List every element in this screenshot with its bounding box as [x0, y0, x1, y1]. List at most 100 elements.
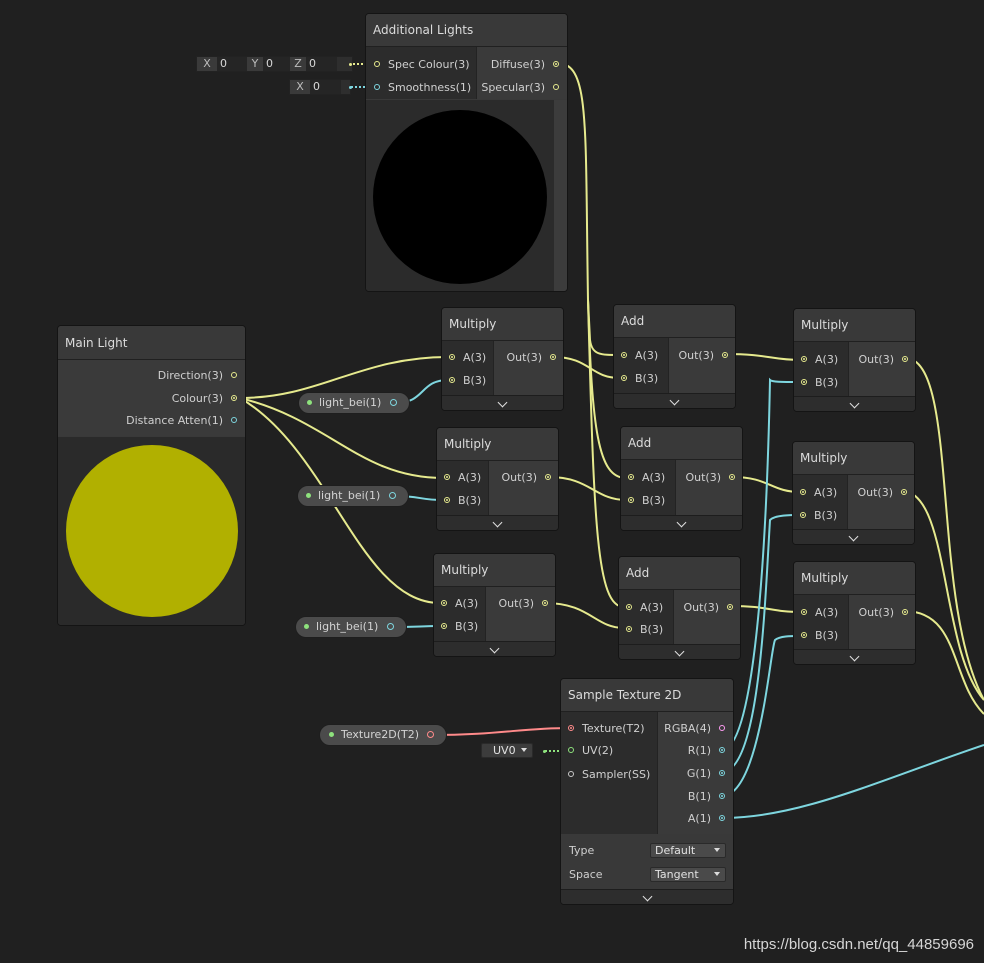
node-title: Add — [621, 427, 742, 460]
diffuse-port[interactable]: Diffuse(3) — [491, 57, 559, 73]
input-b-port[interactable]: B(3) — [621, 371, 658, 387]
r-port[interactable]: R(1) — [688, 743, 725, 759]
multiply-node-3[interactable]: Multiply A(3) B(3) Out(3) — [433, 553, 556, 657]
input-a-port[interactable]: A(3) — [801, 605, 838, 621]
output-port[interactable]: Out(3) — [498, 596, 548, 612]
output-port[interactable]: Out(3) — [506, 350, 556, 366]
g-port[interactable]: G(1) — [687, 766, 725, 782]
dropdown-value: Tangent — [655, 868, 699, 881]
port-dot-icon — [722, 352, 728, 358]
property-port-icon — [387, 623, 394, 630]
field-x-value[interactable]: 0 — [217, 57, 247, 71]
add-node-1[interactable]: Add A(3) B(3) Out(3) — [613, 304, 736, 409]
output-port[interactable]: Out(3) — [678, 348, 728, 364]
smoothness-port[interactable]: Smoothness(1) — [374, 80, 471, 96]
input-a-port[interactable]: A(3) — [621, 348, 658, 364]
port-dot-icon — [628, 474, 634, 480]
multiply-node-4[interactable]: Multiply A(3) B(3) Out(3) — [793, 308, 916, 412]
multiply-node-5[interactable]: Multiply A(3) B(3) Out(3) — [792, 441, 915, 545]
input-a-port[interactable]: A(3) — [441, 596, 478, 612]
colour-port[interactable]: Colour(3) — [172, 391, 237, 407]
port-dot-icon — [800, 512, 806, 518]
multiply-node-2[interactable]: Multiply A(3) B(3) Out(3) — [436, 427, 559, 531]
expand-button[interactable] — [437, 515, 558, 530]
chevron-down-icon — [676, 517, 687, 528]
light-bei-property-2[interactable]: light_bei(1) — [297, 485, 409, 507]
preview-area — [58, 437, 245, 625]
multiply-node-6[interactable]: Multiply A(3) B(3) Out(3) — [793, 561, 916, 665]
port-dot-icon — [902, 356, 908, 362]
input-a-port[interactable]: A(3) — [444, 470, 481, 486]
port-label: Out(3) — [857, 486, 893, 499]
port-dot-icon — [800, 489, 806, 495]
port-dot-icon — [568, 771, 574, 777]
input-a-port[interactable]: A(3) — [801, 352, 838, 368]
property-dot-icon — [307, 400, 312, 405]
output-port[interactable]: Out(3) — [685, 470, 735, 486]
output-port[interactable]: Out(3) — [858, 352, 908, 368]
expand-button[interactable] — [442, 395, 563, 410]
expand-button[interactable] — [619, 644, 740, 659]
input-b-port[interactable]: B(3) — [626, 622, 663, 638]
field-x-value[interactable]: 0 — [310, 80, 341, 94]
input-b-port[interactable]: B(3) — [801, 375, 838, 391]
specular-port[interactable]: Specular(3) — [481, 80, 559, 96]
expand-button[interactable] — [794, 396, 915, 411]
port-label: Texture(T2) — [582, 722, 645, 735]
space-label: Space — [569, 868, 603, 881]
expand-button[interactable] — [793, 529, 914, 544]
light-bei-property-3[interactable]: light_bei(1) — [295, 616, 407, 638]
output-column: Out(3) — [668, 338, 735, 395]
expand-button[interactable] — [434, 641, 555, 656]
input-b-port[interactable]: B(3) — [628, 493, 665, 509]
output-port[interactable]: Out(3) — [858, 605, 908, 621]
b-port[interactable]: B(1) — [688, 789, 725, 805]
output-port[interactable]: Out(3) — [857, 485, 907, 501]
expand-button[interactable] — [614, 393, 735, 408]
input-b-port[interactable]: B(3) — [800, 508, 837, 524]
texture2d-property[interactable]: Texture2D(T2) — [319, 724, 447, 746]
multiply-node-1[interactable]: Multiply A(3) B(3) Out(3) — [441, 307, 564, 411]
main-light-node[interactable]: Main Light Direction(3) Colour(3) Distan… — [57, 325, 246, 626]
sample-texture-2d-node[interactable]: Sample Texture 2D Texture(T2) UV(2) Samp… — [560, 678, 734, 905]
expand-button[interactable] — [621, 515, 742, 530]
input-b-port[interactable]: B(3) — [441, 619, 478, 635]
direction-port[interactable]: Direction(3) — [158, 368, 237, 384]
preview-scrollbar[interactable] — [554, 100, 567, 291]
output-port[interactable]: Out(3) — [683, 600, 733, 616]
spec-colour-port[interactable]: Spec Colour(3) — [374, 57, 470, 73]
space-dropdown[interactable]: Tangent — [650, 867, 726, 882]
distance-atten-port[interactable]: Distance Atten(1) — [126, 413, 237, 429]
field-z-value[interactable]: 0 — [306, 57, 337, 71]
input-a-port[interactable]: A(3) — [628, 470, 665, 486]
port-dot-icon — [444, 474, 450, 480]
input-b-port[interactable]: B(3) — [449, 373, 486, 389]
input-a-port[interactable]: A(3) — [449, 350, 486, 366]
add-node-3[interactable]: Add A(3) B(3) Out(3) — [618, 556, 741, 660]
additional-lights-node[interactable]: Additional Lights Spec Colour(3) Smoothn… — [365, 13, 568, 292]
smoothness-field[interactable]: X 0 — [289, 79, 351, 95]
expand-button[interactable] — [561, 889, 733, 904]
type-dropdown[interactable]: Default — [650, 843, 726, 858]
sampler-port[interactable]: Sampler(SS) — [568, 767, 650, 783]
rgba-port[interactable]: RGBA(4) — [664, 721, 725, 737]
wire-texture — [429, 727, 571, 736]
uv-port[interactable]: UV(2) — [568, 743, 613, 759]
uv-channel-dropdown[interactable]: UV0 — [481, 743, 533, 758]
a-port[interactable]: A(1) — [688, 811, 725, 827]
port-label: Spec Colour(3) — [388, 58, 470, 71]
output-port[interactable]: Out(3) — [501, 470, 551, 486]
port-label: Out(3) — [678, 349, 714, 362]
field-y-value[interactable]: 0 — [263, 57, 290, 71]
input-a-port[interactable]: A(3) — [800, 485, 837, 501]
node-title: Sample Texture 2D — [561, 679, 733, 712]
spec-colour-field[interactable]: X 0 Y 0 Z 0 — [196, 56, 353, 72]
input-a-port[interactable]: A(3) — [626, 600, 663, 616]
texture-port[interactable]: Texture(T2) — [568, 721, 645, 737]
light-bei-property-1[interactable]: light_bei(1) — [298, 392, 410, 414]
property-port-icon — [427, 731, 434, 738]
input-b-port[interactable]: B(3) — [801, 628, 838, 644]
input-b-port[interactable]: B(3) — [444, 493, 481, 509]
expand-button[interactable] — [794, 649, 915, 664]
add-node-2[interactable]: Add A(3) B(3) Out(3) — [620, 426, 743, 531]
